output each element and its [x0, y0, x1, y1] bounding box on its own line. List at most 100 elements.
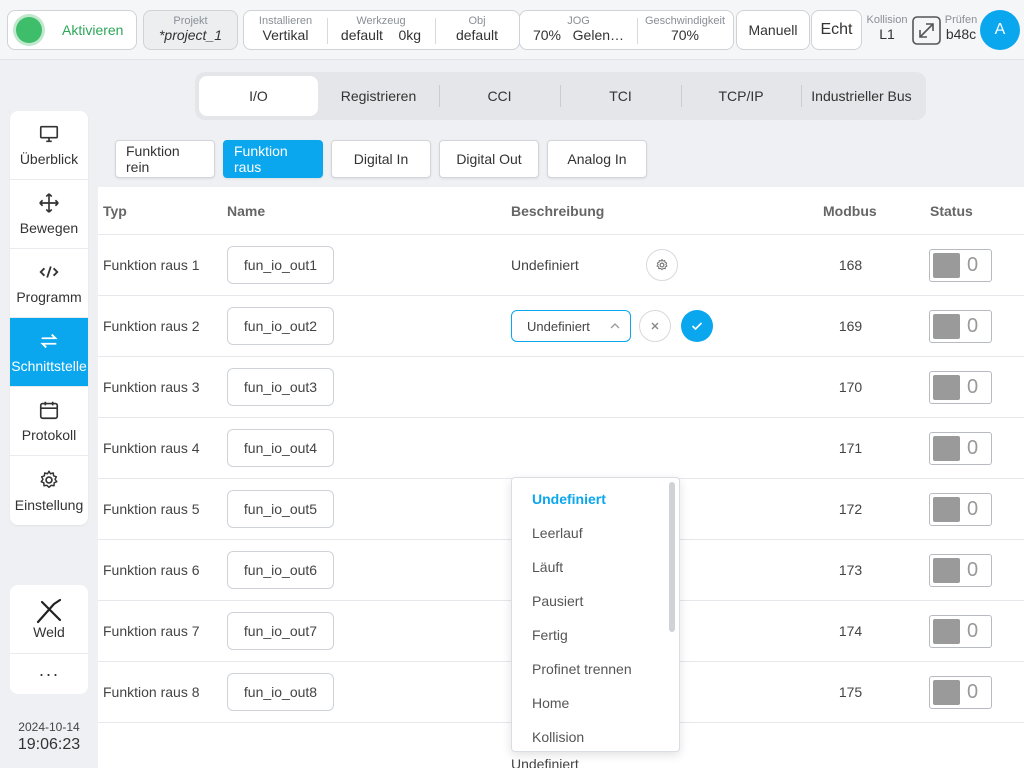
sidebar-item-label: Programm	[16, 289, 82, 305]
install-segment[interactable]: Installieren Vertikal	[244, 11, 327, 49]
modbus-address: 170	[838, 379, 863, 395]
sidebar-item-weld[interactable]: Weld	[10, 585, 88, 654]
real-mode-button[interactable]: Echt	[811, 10, 862, 50]
name-input[interactable]: fun_io_out4	[227, 429, 334, 467]
jog-segment[interactable]: JOG 70% Gelen…	[520, 11, 637, 49]
dropdown-option[interactable]: Fertig	[512, 618, 670, 652]
dropdown-option[interactable]: Home	[512, 686, 670, 720]
sidebar-item-program[interactable]: Programm	[10, 249, 88, 318]
tab-industrial-bus[interactable]: Industrieller Bus	[801, 76, 922, 116]
edit-description-button[interactable]	[646, 249, 678, 281]
name-input[interactable]: fun_io_out2	[227, 307, 334, 345]
activate-button[interactable]: Aktivieren	[7, 10, 137, 50]
status-toggle[interactable]: 0	[929, 554, 992, 587]
modbus-address: 172	[838, 501, 863, 517]
dropdown-option[interactable]: Läuft	[512, 550, 670, 584]
confirm-button[interactable]	[681, 310, 713, 342]
subtab-function-in[interactable]: Funktion rein	[115, 140, 215, 178]
object-value: default	[455, 27, 499, 43]
tab-tcpip[interactable]: TCP/IP	[681, 76, 801, 116]
install-group[interactable]: Installieren Vertikal Werkzeug default 0…	[243, 10, 520, 50]
status-toggle[interactable]: 0	[929, 249, 992, 282]
subtab-function-out[interactable]: Funktion raus	[223, 140, 323, 178]
sidebar-item-log[interactable]: Protokoll	[10, 387, 88, 456]
status-toggle[interactable]: 0	[929, 371, 992, 404]
project-value: *project_1	[158, 27, 223, 43]
row-type: Funktion raus 6	[103, 562, 200, 578]
status-toggle[interactable]: 0	[929, 310, 992, 343]
tool-segment[interactable]: Werkzeug default 0kg	[327, 11, 435, 49]
expand-icon[interactable]	[912, 16, 941, 45]
status-indicator	[933, 497, 960, 522]
name-input[interactable]: fun_io_out3	[227, 368, 334, 406]
sidebar-item-settings[interactable]: Einstellung	[10, 456, 88, 525]
table-row: Funktion raus 4 fun_io_out4 171 0	[98, 418, 1024, 479]
table-row: Funktion raus 2 fun_io_out2 Undefiniert 169…	[98, 296, 1024, 357]
project-selector[interactable]: Projekt *project_1	[143, 10, 238, 50]
status-toggle[interactable]: 0	[929, 676, 992, 709]
status-toggle[interactable]: 0	[929, 432, 992, 465]
check-icon	[691, 322, 703, 331]
chevron-up-icon	[610, 323, 620, 329]
sidebar-item-move[interactable]: Bewegen	[10, 180, 88, 249]
more-menu-button[interactable]: ···	[10, 654, 88, 694]
collision-level[interactable]: Kollision L1	[864, 14, 910, 42]
sidebar-item-interface[interactable]: Schnittstelle	[10, 318, 88, 387]
status-value: 0	[967, 254, 979, 276]
sidebar-item-label: Überblick	[19, 151, 79, 167]
name-input[interactable]: fun_io_out1	[227, 246, 334, 284]
tab-io[interactable]: I/O	[199, 76, 318, 116]
subtab-analog-in[interactable]: Analog In	[547, 140, 647, 178]
tab-cci[interactable]: CCI	[439, 76, 560, 116]
modbus-address: 174	[838, 623, 863, 639]
install-caption: Installieren	[258, 15, 313, 27]
dropdown-option[interactable]: Profinet trennen	[512, 652, 670, 686]
cancel-button[interactable]	[639, 310, 671, 342]
modbus-address: 171	[838, 440, 863, 456]
jog-caption: JOG	[567, 15, 590, 27]
move-icon	[39, 193, 59, 213]
calendar-icon	[39, 401, 59, 420]
user-avatar[interactable]: A	[980, 10, 1020, 50]
install-value: Vertikal	[262, 27, 309, 43]
jog-group[interactable]: JOG 70% Gelen… Geschwindigkeit 70%	[519, 10, 734, 50]
table-row: Funktion raus 3 fun_io_out3 170 0	[98, 357, 1024, 418]
status-toggle[interactable]: 0	[929, 493, 992, 526]
object-caption: Obj	[468, 15, 486, 27]
swap-icon	[40, 333, 58, 349]
close-icon	[651, 322, 659, 330]
dropdown-option[interactable]: Kollision	[512, 720, 670, 751]
manual-mode-button[interactable]: Manuell	[736, 10, 810, 50]
tab-tci[interactable]: TCI	[560, 76, 681, 116]
speed-segment[interactable]: Geschwindigkeit 70%	[637, 11, 733, 49]
check-caption: Prüfen	[944, 14, 978, 26]
name-input[interactable]: fun_io_out7	[227, 612, 334, 650]
dropdown-option[interactable]: Undefiniert	[512, 482, 670, 516]
status-value: 0	[967, 315, 979, 337]
status-toggle[interactable]: 0	[929, 615, 992, 648]
collision-caption: Kollision	[866, 14, 908, 26]
subtab-bar: Funktion rein Funktion raus Digital In D…	[115, 140, 647, 178]
status-value: 0	[967, 376, 979, 398]
sidebar-item-label: Schnittstelle	[11, 358, 87, 374]
dropdown-option[interactable]: Pausiert	[512, 584, 670, 618]
description-select[interactable]: Undefiniert	[511, 310, 631, 342]
object-segment[interactable]: Obj default	[435, 11, 519, 49]
sidebar-item-overview[interactable]: Überblick	[10, 111, 88, 180]
subtab-digital-in[interactable]: Digital In	[331, 140, 431, 178]
modbus-address: 173	[838, 562, 863, 578]
tool-value: default 0kg	[340, 27, 422, 43]
name-input[interactable]: fun_io_out8	[227, 673, 334, 711]
check-code[interactable]: Prüfen b48c	[942, 14, 980, 42]
monitor-icon	[39, 125, 59, 143]
gear-icon	[655, 258, 669, 272]
status-indicator	[933, 253, 960, 278]
status-value: 0	[967, 559, 979, 581]
jog-value: 70% Gelen…	[532, 27, 625, 43]
subtab-digital-out[interactable]: Digital Out	[439, 140, 539, 178]
dropdown-scrollbar[interactable]	[669, 482, 675, 632]
name-input[interactable]: fun_io_out5	[227, 490, 334, 528]
dropdown-option[interactable]: Leerlauf	[512, 516, 670, 550]
name-input[interactable]: fun_io_out6	[227, 551, 334, 589]
tab-register[interactable]: Registrieren	[318, 76, 439, 116]
